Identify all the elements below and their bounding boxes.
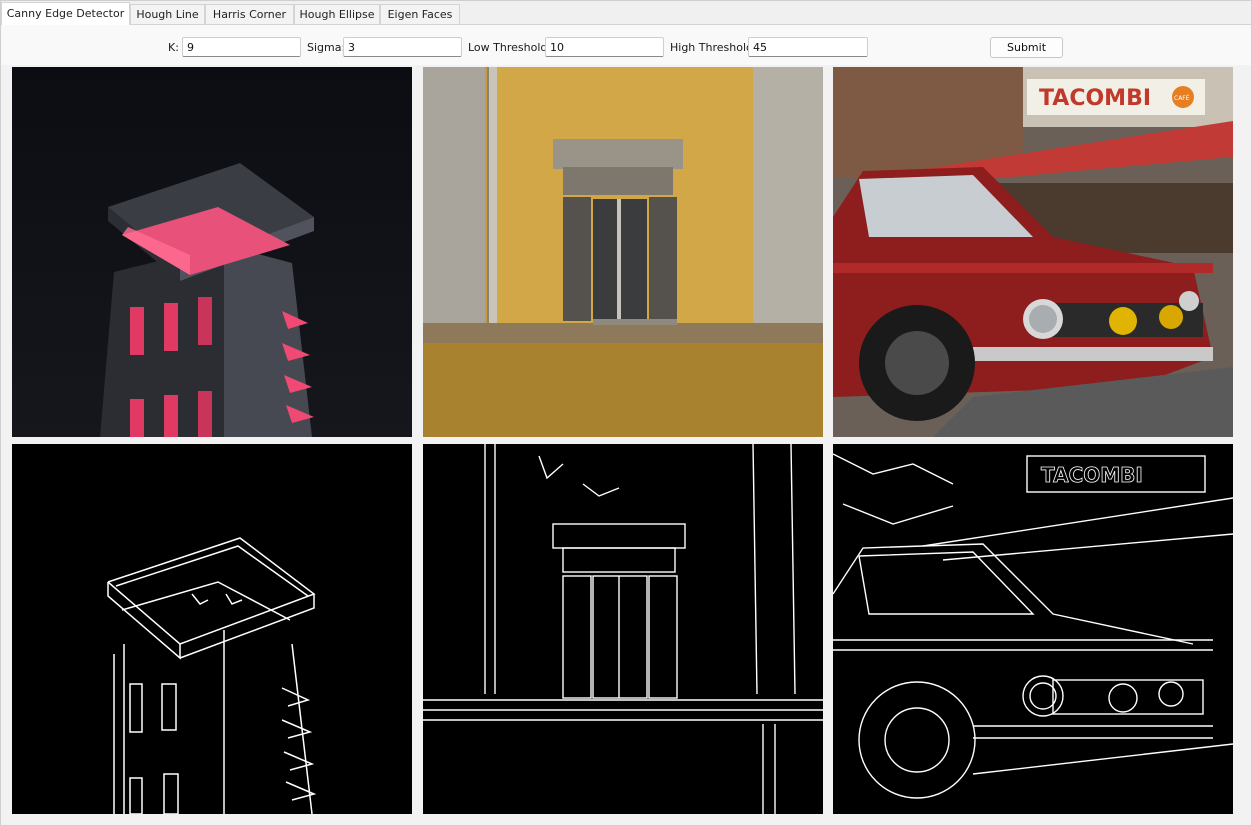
high-threshold-label: High Threshold: [670, 41, 757, 54]
k-input[interactable] [182, 37, 301, 57]
sigma-input[interactable] [343, 37, 462, 57]
sigma-label: Sigma: [307, 41, 346, 54]
tab-canny-edge-detector[interactable]: Canny Edge Detector [1, 2, 130, 25]
edge-image-car: TACOMBI [833, 444, 1233, 814]
original-image-window [423, 67, 823, 437]
low-threshold-label: Low Threshold: [468, 41, 552, 54]
original-image-car: TACOMBI CAFÉ [833, 67, 1233, 437]
cafe-badge: CAFÉ [1174, 94, 1190, 102]
tab-eigen-faces[interactable]: Eigen Faces [380, 4, 460, 24]
k-label: K: [168, 41, 179, 54]
tab-bar: Canny Edge Detector Hough Line Harris Co… [1, 1, 1251, 25]
parameter-toolbar: K: Sigma: Low Threshold: High Threshold:… [1, 25, 1251, 65]
tacombi-sign-edges: TACOMBI [1041, 463, 1143, 487]
edge-image-window [423, 444, 823, 814]
edge-image-tower [12, 444, 412, 814]
image-grid: TACOMBI CAFÉ TACOMBI [1, 65, 1251, 825]
low-threshold-input[interactable] [545, 37, 664, 57]
app-window: Canny Edge Detector Hough Line Harris Co… [0, 0, 1252, 826]
high-threshold-input[interactable] [748, 37, 868, 57]
tab-hough-ellipse[interactable]: Hough Ellipse [294, 4, 380, 24]
tab-hough-line[interactable]: Hough Line [130, 4, 205, 24]
tab-harris-corner[interactable]: Harris Corner [205, 4, 294, 24]
tacombi-sign: TACOMBI [1039, 86, 1151, 111]
submit-button[interactable]: Submit [990, 37, 1063, 58]
original-image-tower [12, 67, 412, 437]
